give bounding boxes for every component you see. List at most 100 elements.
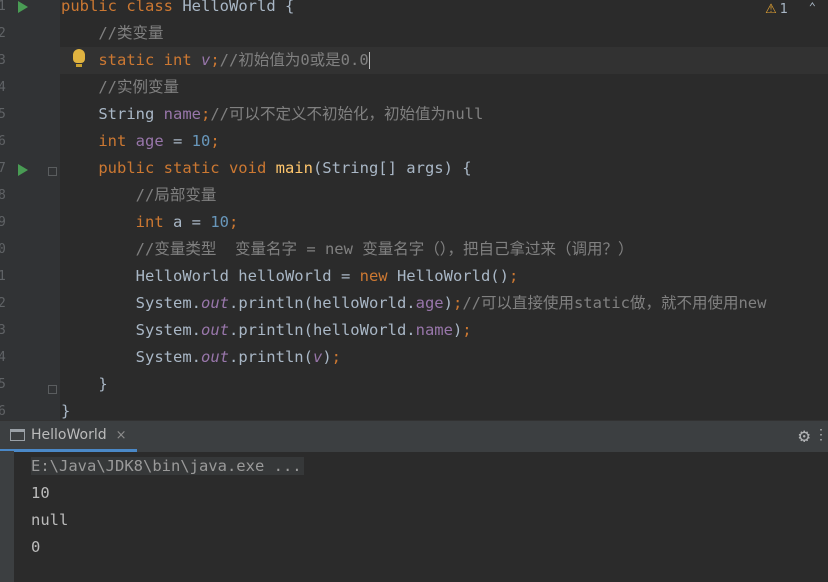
code-token: public static void <box>61 159 276 177</box>
code-token: public class <box>61 0 183 15</box>
code-token: } <box>61 402 71 420</box>
code-line[interactable]: HelloWorld helloWorld = new HelloWorld()… <box>61 263 519 290</box>
code-token: int <box>61 213 173 231</box>
line-number: 2 <box>0 26 6 41</box>
lightbulb-icon[interactable] <box>73 49 85 67</box>
code-token: int <box>61 132 136 150</box>
code-token: //实例变量 <box>61 78 179 96</box>
console-output-line: 0 <box>31 538 41 556</box>
code-token: new <box>359 267 397 285</box>
editor-gutter: 1 2 3 4 5 6 7 8 9 0 1 2 3 4 5 6 <box>0 0 60 420</box>
console-output-line: null <box>31 511 69 529</box>
code-token: //可以直接使用static做，就不用使用new <box>462 294 767 312</box>
code-token: ; <box>508 267 519 285</box>
code-token: out <box>200 321 229 339</box>
line-number: 8 <box>0 188 6 203</box>
line-number: 7 <box>0 161 6 176</box>
console-output-line: 10 <box>31 484 50 502</box>
code-line[interactable]: System.out.println(helloWorld.age);//可以直… <box>61 290 767 317</box>
code-line[interactable]: int age = 10; <box>61 128 219 155</box>
code-line[interactable]: static int v;//初始值为0或是0.0 <box>61 47 370 74</box>
run-tab-label: HelloWorld <box>31 427 107 443</box>
code-line[interactable]: } <box>61 398 70 420</box>
more-options-icon[interactable]: ⋮ <box>814 427 828 443</box>
line-number: 9 <box>0 215 6 230</box>
line-number: 4 <box>0 350 6 365</box>
code-token: out <box>200 348 229 366</box>
console-command: E:\Java\JDK8\bin\java.exe ... <box>31 457 304 475</box>
code-token: } <box>61 375 108 393</box>
code-token: out <box>200 294 229 312</box>
code-token: System. <box>61 348 201 366</box>
code-token: //局部变量 <box>61 186 217 204</box>
code-token: name <box>163 105 201 123</box>
code-token: name <box>415 321 453 339</box>
code-line[interactable]: int a = 10; <box>61 209 239 236</box>
code-token: 10 <box>210 213 229 231</box>
code-line[interactable]: } <box>61 371 108 398</box>
code-token: System. <box>61 294 201 312</box>
line-number: 3 <box>0 323 6 338</box>
code-token: //初始值为0或是0.0 <box>219 51 369 69</box>
run-tool-window: HelloWorld × ⚙ ⋮ E:\Java\JDK8\bin\java.e… <box>0 420 828 582</box>
line-number: 6 <box>0 134 6 149</box>
console-icon <box>10 429 25 441</box>
code-token: HelloWorld { <box>182 0 295 15</box>
code-token: = <box>172 132 192 150</box>
close-icon[interactable]: × <box>116 428 127 443</box>
code-token: (String[] args) { <box>312 159 472 177</box>
warning-icon: ⚠ <box>765 1 777 17</box>
warnings-indicator[interactable]: ⚠ 1 <box>765 0 788 18</box>
run-main-icon[interactable] <box>18 164 28 176</box>
code-token: age <box>415 294 444 312</box>
code-token: ; <box>452 294 463 312</box>
gear-icon[interactable]: ⚙ <box>799 425 810 447</box>
code-line[interactable]: System.out.println(helloWorld.name); <box>61 317 472 344</box>
code-token: .println(helloWorld. <box>228 294 416 312</box>
line-number: 2 <box>0 296 6 311</box>
code-token: 10 <box>191 132 211 150</box>
text-caret <box>368 52 370 69</box>
run-tab-helloworld[interactable]: HelloWorld × <box>0 421 137 452</box>
console-command-line: E:\Java\JDK8\bin\java.exe ... <box>31 453 304 480</box>
code-token: a = <box>172 213 211 231</box>
code-line[interactable]: //变量类型 变量名字 = new 变量名字（），把自己拿过来（调用？） <box>61 236 634 263</box>
code-token: //类变量 <box>61 24 164 42</box>
code-token: .println( <box>228 348 313 366</box>
line-number: 1 <box>0 0 6 14</box>
code-line[interactable]: System.out.println(v); <box>61 344 341 371</box>
fold-main-icon[interactable] <box>48 167 57 176</box>
code-token: age <box>135 132 173 150</box>
code-token: ) <box>452 321 463 339</box>
line-number: 4 <box>0 80 6 95</box>
code-token: ) <box>322 348 332 366</box>
code-token: ; <box>462 321 472 339</box>
code-line[interactable]: public class HelloWorld { <box>61 0 294 20</box>
line-number: 5 <box>0 377 6 392</box>
code-token: ) <box>443 294 453 312</box>
code-token: main <box>275 159 313 177</box>
code-line[interactable]: String name;//可以不定义不初始化，初始值为null <box>61 101 483 128</box>
run-tool-header: HelloWorld × ⚙ ⋮ <box>0 420 828 452</box>
line-number: 1 <box>0 269 6 284</box>
code-editor[interactable]: 1 2 3 4 5 6 7 8 9 0 1 2 3 4 5 6 public class HelloWorld… <box>0 0 828 420</box>
line-number: 0 <box>0 242 6 257</box>
run-class-icon[interactable] <box>18 1 28 13</box>
code-token: String <box>61 105 164 123</box>
code-line[interactable]: //局部变量 <box>61 182 217 209</box>
line-number: 3 <box>0 53 6 68</box>
line-number: 6 <box>0 404 6 419</box>
code-token: HelloWorld helloWorld = <box>61 267 360 285</box>
warnings-count: 1 <box>779 1 788 17</box>
code-token: HelloWorld() <box>396 267 509 285</box>
run-toolbar-side <box>0 451 14 582</box>
code-token: ; <box>228 213 239 231</box>
code-token: ; <box>210 51 220 69</box>
fold-end-icon[interactable] <box>48 385 57 394</box>
code-token: ; <box>200 105 211 123</box>
code-line[interactable]: public static void main(String[] args) { <box>61 155 472 182</box>
code-line[interactable]: //实例变量 <box>61 74 179 101</box>
code-token: //可以不定义不初始化，初始值为null <box>210 105 484 123</box>
code-line[interactable]: //类变量 <box>61 20 164 47</box>
chevron-up-icon[interactable]: ⌃ <box>809 0 816 14</box>
